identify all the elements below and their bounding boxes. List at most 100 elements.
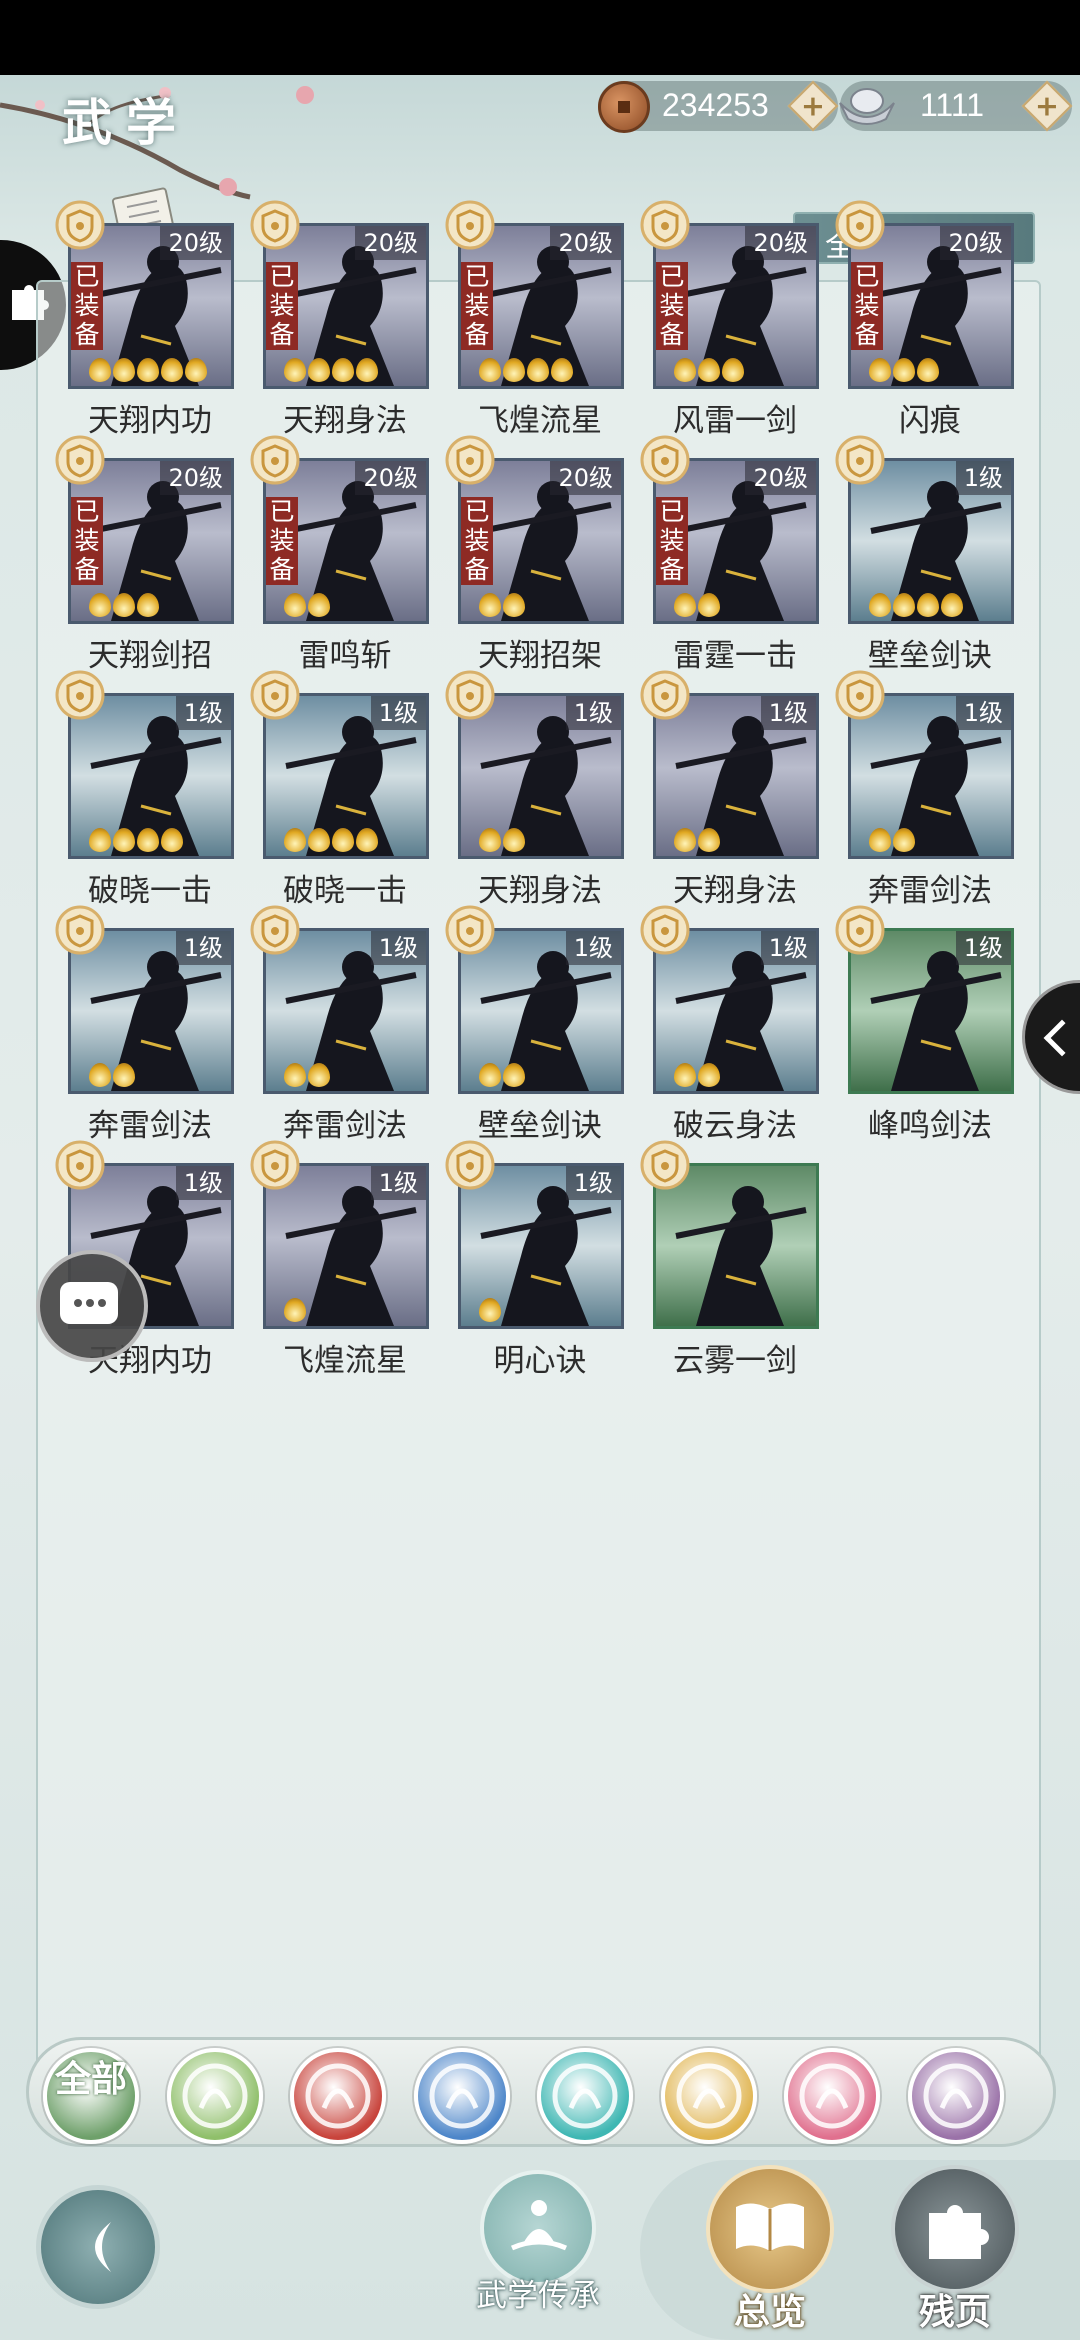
flower-category-icon — [923, 2063, 988, 2129]
equipped-tag: 已装备 — [851, 262, 883, 350]
category-shield-category[interactable] — [660, 2048, 757, 2144]
star-icon — [113, 593, 135, 617]
moon-category-icon — [799, 2063, 865, 2129]
star-icon — [479, 1298, 501, 1322]
star-icon — [503, 828, 525, 852]
back-button[interactable] — [36, 2185, 160, 2309]
category-flame-category[interactable] — [290, 2048, 386, 2144]
inheritance-button[interactable]: 武学传承 — [468, 2170, 608, 2320]
star-icon — [698, 358, 720, 382]
silver-currency: 1111 + — [839, 80, 1073, 132]
rank-stars — [869, 828, 915, 854]
star-icon — [161, 828, 183, 852]
category-wave-category[interactable] — [413, 2048, 510, 2144]
skill-card[interactable]: 20级 已装备 风雷一剑 — [615, 199, 819, 439]
star-icon — [89, 593, 111, 617]
tab-overview[interactable]: 总览 — [700, 2165, 840, 2340]
equipped-tag: 已装备 — [266, 262, 298, 350]
skill-card[interactable]: 20级 已装备 飞煌流星 — [420, 199, 624, 439]
skill-card[interactable]: 1级 天翔身法 — [420, 669, 624, 909]
skill-card[interactable]: 1级 破晓一击 — [225, 669, 429, 909]
skill-card[interactable]: 20级 已装备 雷鸣斩 — [225, 434, 429, 674]
category-flower-category[interactable] — [907, 2048, 1004, 2144]
shield-rank-icon — [445, 670, 495, 720]
skill-card[interactable]: 1级 破晓一击 — [30, 669, 234, 909]
rank-stars — [869, 593, 963, 619]
equipped-tag: 已装备 — [656, 262, 688, 350]
shield-rank-icon — [250, 435, 300, 485]
star-icon — [674, 358, 696, 382]
skill-card[interactable]: 20级 已装备 天翔身法 — [225, 199, 429, 439]
skill-card[interactable]: 1级 明心诀 — [420, 1139, 624, 1379]
shield-rank-icon — [445, 435, 495, 485]
copper-coin-icon — [598, 81, 650, 133]
star-icon — [917, 358, 939, 382]
level-badge: 1级 — [175, 696, 231, 730]
book-icon — [706, 2165, 834, 2293]
chat-button[interactable] — [36, 1250, 148, 1362]
rank-stars — [89, 358, 207, 384]
level-badge: 20级 — [940, 226, 1011, 260]
skill-card[interactable]: 1级 壁垒剑诀 — [810, 434, 1014, 674]
skill-name: 峰鸣剑法 — [868, 1108, 992, 1144]
star-icon — [698, 1063, 720, 1087]
equipped-tag: 已装备 — [461, 497, 493, 585]
rank-stars — [869, 358, 939, 384]
category-bar: 全部 — [26, 2037, 1056, 2147]
butterfly-category-icon — [552, 2063, 618, 2129]
fragments-label: 残页 — [918, 2292, 991, 2333]
skill-card[interactable]: 1级 壁垒剑诀 — [420, 904, 624, 1144]
rank-stars — [89, 1063, 135, 1089]
star-icon — [137, 358, 159, 382]
skill-card[interactable]: 20级 已装备 天翔招架 — [420, 434, 624, 674]
page-title: 武学 — [62, 93, 190, 152]
level-badge: 1级 — [955, 931, 1011, 965]
shield-rank-icon — [835, 670, 885, 720]
flame-category-icon — [305, 2063, 371, 2129]
skill-card[interactable]: 1级 奔雷剑法 — [225, 904, 429, 1144]
skill-card[interactable]: 1级 奔雷剑法 — [30, 904, 234, 1144]
rank-stars — [674, 828, 720, 854]
skill-card[interactable]: 1级 奔雷剑法 — [810, 669, 1014, 909]
level-badge: 20级 — [160, 461, 231, 495]
star-icon — [674, 593, 696, 617]
add-copper-button[interactable]: + — [787, 80, 839, 132]
shield-rank-icon — [835, 905, 885, 955]
shield-rank-icon — [835, 200, 885, 250]
star-icon — [332, 358, 354, 382]
rank-stars — [479, 1063, 525, 1089]
skill-card[interactable]: 1级 飞煌流星 — [225, 1139, 429, 1379]
rank-stars — [284, 1298, 306, 1324]
category-all-category[interactable]: 全部 — [43, 2048, 139, 2144]
tab-fragments[interactable]: 残页 — [885, 2165, 1025, 2340]
star-icon — [674, 1063, 696, 1087]
star-icon — [308, 358, 330, 382]
skill-card[interactable]: 20级 已装备 雷霆一击 — [615, 434, 819, 674]
star-icon — [284, 1063, 306, 1087]
shield-rank-icon — [250, 905, 300, 955]
rank-stars — [479, 828, 525, 854]
skill-card[interactable]: 1级峰鸣剑法 — [810, 904, 1014, 1144]
skill-card[interactable]: 云雾一剑 — [615, 1139, 819, 1379]
skill-card[interactable]: 1级 天翔身法 — [615, 669, 819, 909]
skill-card[interactable]: 20级 已装备 天翔内功 — [30, 199, 234, 439]
skill-card[interactable]: 20级 已装备 天翔剑招 — [30, 434, 234, 674]
rank-stars — [479, 358, 573, 384]
shield-rank-icon — [640, 200, 690, 250]
level-badge: 1级 — [955, 461, 1011, 495]
star-icon — [89, 828, 111, 852]
category-moon-category[interactable] — [784, 2048, 880, 2144]
star-icon — [893, 358, 915, 382]
category-sword-category[interactable] — [166, 2048, 263, 2144]
category-butterfly-category[interactable] — [537, 2048, 633, 2144]
add-silver-button[interactable]: + — [1021, 80, 1073, 132]
rank-stars — [479, 593, 525, 619]
skill-name: 明心诀 — [493, 1343, 587, 1379]
skill-card[interactable]: 20级 已装备 闪痕 — [810, 199, 1014, 439]
equipped-tag: 已装备 — [71, 262, 103, 350]
star-icon — [479, 1063, 501, 1087]
skill-card[interactable]: 1级 破云身法 — [615, 904, 819, 1144]
level-badge: 20级 — [550, 461, 621, 495]
level-badge: 20级 — [745, 461, 816, 495]
shield-rank-icon — [250, 1140, 300, 1190]
